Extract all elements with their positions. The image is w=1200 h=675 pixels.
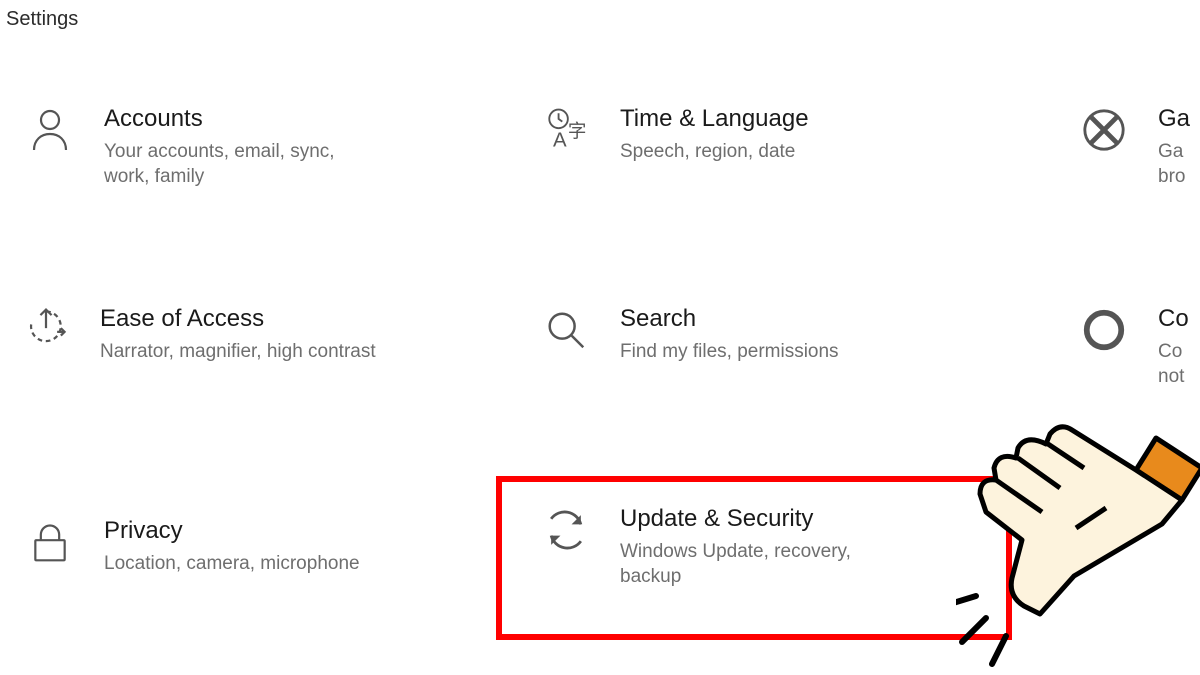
tile-title: Time & Language [620,104,809,134]
time-language-icon: A 字 [540,104,592,156]
person-icon [24,104,76,156]
pointing-hand-icon [956,408,1200,668]
tile-title: Accounts [104,104,384,134]
tile-desc: Location, camera, microphone [104,552,360,577]
svg-text:字: 字 [568,120,587,141]
tile-title: Privacy [104,516,360,546]
window-title: Settings [6,8,78,31]
tile-title: Co [1158,304,1189,334]
tile-privacy[interactable]: Privacy Location, camera, microphone [24,516,360,577]
tile-accounts[interactable]: Accounts Your accounts, email, sync, wor… [24,104,384,189]
cortana-icon [1078,304,1130,356]
lock-icon [24,516,76,568]
tile-search[interactable]: Search Find my files, permissions [540,304,839,365]
tile-time-language[interactable]: A 字 Time & Language Speech, region, date [540,104,809,165]
xbox-icon [1078,104,1130,156]
tile-cortana[interactable]: Co Co not [1078,304,1189,389]
tile-title: Update & Security [620,504,900,534]
svg-text:A: A [553,130,567,152]
tile-gaming[interactable]: Ga Ga bro [1078,104,1190,189]
tile-desc: Co not [1158,340,1189,389]
tile-update-security[interactable]: Update & Security Windows Update, recove… [540,504,900,589]
tile-desc: Find my files, permissions [620,340,839,365]
ease-of-access-icon [20,304,72,356]
tile-ease-of-access[interactable]: Ease of Access Narrator, magnifier, high… [20,304,376,365]
tile-desc: Narrator, magnifier, high contrast [100,340,376,365]
sync-icon [540,504,592,556]
tile-title: Search [620,304,839,334]
tile-desc: Your accounts, email, sync, work, family [104,140,384,189]
tile-desc: Windows Update, recovery, backup [620,540,900,589]
tile-title: Ease of Access [100,304,376,334]
tile-desc: Speech, region, date [620,140,809,165]
search-icon [540,304,592,356]
tile-desc: Ga bro [1158,140,1190,189]
tile-title: Ga [1158,104,1190,134]
